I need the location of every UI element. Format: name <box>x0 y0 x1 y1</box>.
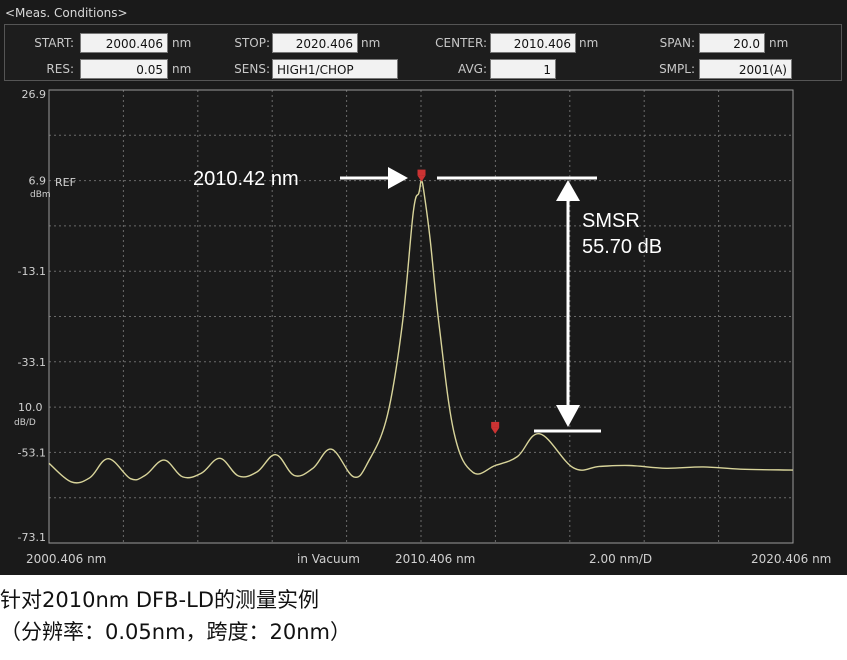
y-axis-ticks: 26.9 6.9 -13.1 -33.1 -53.1 -73.1 <box>18 88 46 544</box>
plot-grid <box>49 90 793 543</box>
y-tick-label: -53.1 <box>18 446 46 459</box>
figure-caption: 针对2010nm DFB-LD的测量实例 （分辨率：0.05nm，跨度：20nm… <box>0 584 847 648</box>
smsr-value: 55.70 dB <box>582 236 662 258</box>
peak-wavelength-label: 2010.42 nm <box>193 168 299 190</box>
spectrum-plot: 26.9 6.9 -13.1 -33.1 -53.1 -73.1 REF dBm 10.0… <box>14 88 831 566</box>
x-stop-label: 2020.406 nm <box>751 552 831 566</box>
peak-arrow-head-icon <box>388 167 408 189</box>
y-tick-label: 6.9 <box>29 175 47 188</box>
smsr-arrow-down-icon <box>556 405 580 427</box>
x-start-label: 2000.406 nm <box>26 552 106 566</box>
caption-line-2: （分辨率：0.05nm，跨度：20nm） <box>0 620 352 644</box>
y-tick-label: -73.1 <box>18 531 46 544</box>
peak-markers <box>417 169 500 434</box>
x-per-div-label: 2.00 nm/D <box>589 552 652 566</box>
scale-unit: dB/D <box>14 418 36 428</box>
caption-line-1: 针对2010nm DFB-LD的测量实例 <box>0 588 319 612</box>
peak-marker-pointer-icon <box>491 427 500 434</box>
ref-label: REF <box>55 176 76 189</box>
y-tick-label: 26.9 <box>22 88 47 101</box>
smsr-title: SMSR <box>582 210 640 232</box>
y-tick-label: -33.1 <box>18 356 46 369</box>
peak-marker-1 <box>417 169 426 176</box>
ref-unit: dBm <box>30 190 51 200</box>
x-medium-label: in Vacuum <box>297 552 360 566</box>
x-center-label: 2010.406 nm <box>395 552 475 566</box>
scale-value: 10.0 <box>18 401 43 414</box>
peak-marker-2 <box>491 421 500 428</box>
smsr-arrow-up-icon <box>556 180 580 201</box>
osa-screen: <Meas. Conditions> START: 2000.406 nm ST… <box>0 0 847 575</box>
y-tick-label: -13.1 <box>18 265 46 278</box>
